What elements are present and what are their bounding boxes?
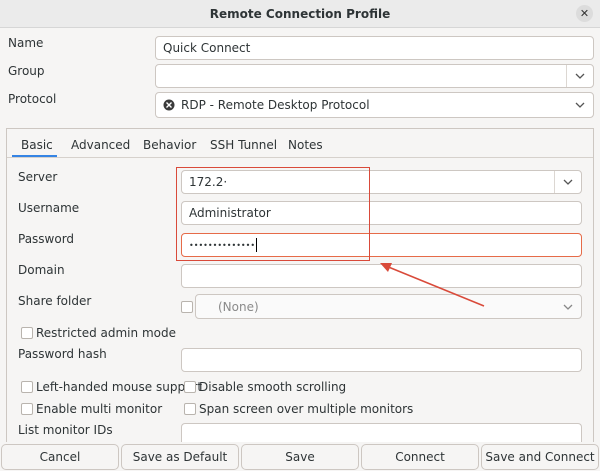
annotation-arrow (380, 263, 485, 307)
